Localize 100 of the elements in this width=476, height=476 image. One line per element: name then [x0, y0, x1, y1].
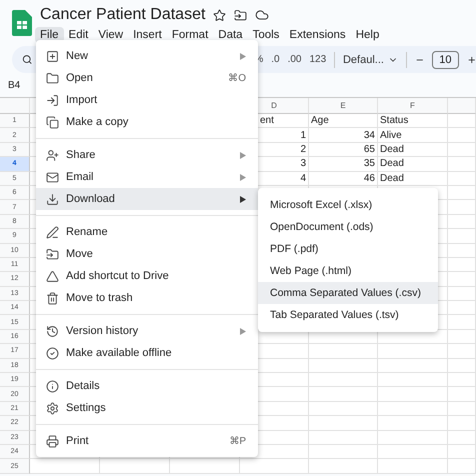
- star-icon[interactable]: [213, 8, 226, 22]
- check-circle-icon: [46, 346, 59, 360]
- table-cell: [448, 286, 476, 302]
- table-cell: Status: [378, 114, 448, 128]
- menu-bar-item[interactable]: Tools: [248, 27, 284, 43]
- table-cell: [378, 416, 448, 431]
- import-icon: [46, 94, 59, 106]
- new-file-icon: [46, 50, 59, 62]
- font-dropdown[interactable]: Defaul...: [342, 54, 398, 66]
- folder-icon[interactable]: [234, 8, 248, 22]
- table-cell: [448, 330, 476, 344]
- menu-bar-item[interactable]: Edit: [64, 27, 94, 43]
- table-cell: [448, 244, 476, 258]
- menu-bar-item[interactable]: View: [93, 27, 128, 43]
- menu-item[interactable]: Details: [36, 375, 258, 397]
- menu-item[interactable]: Settings: [36, 397, 258, 419]
- menu-item[interactable]: Add shortcut to Drive: [36, 265, 258, 287]
- table-cell: [309, 444, 378, 460]
- font-size-field[interactable]: 10: [432, 50, 458, 68]
- menu-item[interactable]: Move: [36, 243, 258, 265]
- table-cell: [378, 387, 448, 402]
- table-cell: [30, 459, 100, 474]
- menu-item[interactable]: New: [36, 45, 258, 67]
- submenu-item[interactable]: Web Page (.html): [258, 260, 438, 282]
- toolbar-format-button[interactable]: 123: [309, 54, 326, 65]
- table-cell: [448, 186, 476, 200]
- table-cell: Dead: [378, 157, 448, 172]
- menu-item[interactable]: Version history: [36, 320, 258, 342]
- envelope-icon: [46, 170, 59, 184]
- table-cell: [100, 459, 170, 474]
- menu-item[interactable]: Print ⌘P: [36, 430, 258, 452]
- table-cell: [448, 373, 476, 388]
- table-cell: Dead: [378, 172, 448, 186]
- table-cell: [240, 459, 309, 474]
- table-cell: [448, 430, 476, 445]
- name-box[interactable]: B4: [8, 80, 20, 90]
- table-cell: [448, 172, 476, 186]
- table-cell: [378, 344, 448, 359]
- search-icon[interactable]: [22, 53, 32, 66]
- table-cell: [448, 200, 476, 215]
- table-cell: [448, 358, 476, 374]
- table-cell: [309, 344, 378, 359]
- document-title[interactable]: Cancer Patient Dataset: [40, 6, 206, 24]
- sheets-logo-icon[interactable]: [12, 10, 32, 36]
- toolbar-format-button[interactable]: .0: [271, 54, 280, 65]
- table-cell: [448, 214, 476, 230]
- settings-icon: [46, 402, 59, 414]
- table-cell: [378, 430, 448, 445]
- table-cell: [378, 402, 448, 416]
- table-cell: [448, 128, 476, 143]
- table-cell: [309, 459, 378, 474]
- submenu-item[interactable]: PDF (.pdf): [258, 238, 438, 260]
- table-cell: 34: [309, 128, 378, 143]
- menu-item[interactable]: Make available offline: [36, 342, 258, 364]
- menu-bar-item[interactable]: Format: [166, 27, 214, 43]
- table-cell: [448, 142, 476, 158]
- submenu-arrow-icon: [240, 174, 246, 180]
- column-header[interactable]: F: [378, 98, 448, 114]
- table-cell: [448, 344, 476, 359]
- pencil-icon: [46, 226, 59, 238]
- trash-icon: [46, 292, 59, 304]
- folder-icon: [46, 248, 59, 260]
- column-header[interactable]: E: [309, 98, 378, 114]
- menu-item[interactable]: Open ⌘O: [36, 67, 258, 89]
- submenu-item[interactable]: Comma Separated Values (.csv): [258, 282, 438, 304]
- table-cell: [378, 444, 448, 460]
- submenu-arrow-icon: [240, 328, 246, 334]
- table-cell: 35: [309, 157, 378, 172]
- table-cell: 65: [309, 142, 378, 158]
- menu-bar-item[interactable]: Insert: [128, 27, 167, 43]
- submenu-arrow-icon: [240, 196, 246, 202]
- table-cell: [309, 402, 378, 416]
- menu-bar-item[interactable]: Data: [213, 27, 248, 43]
- menu-item[interactable]: Download: [36, 188, 258, 210]
- menu-bar-item[interactable]: Extensions: [284, 27, 351, 43]
- table-cell: [448, 402, 476, 416]
- table-cell: [448, 258, 476, 272]
- table-cell: [378, 373, 448, 388]
- table-cell: [448, 459, 476, 474]
- printer-icon: [46, 434, 59, 448]
- triangle-icon: [46, 270, 59, 282]
- submenu-arrow-icon: [240, 52, 246, 60]
- menu-bar-item[interactable]: Help: [350, 27, 384, 43]
- table-cell: [378, 358, 448, 374]
- table-cell: [448, 387, 476, 402]
- submenu-item[interactable]: Tab Separated Values (.tsv): [258, 304, 438, 326]
- history-icon: [46, 324, 59, 338]
- copy-icon: [46, 116, 59, 128]
- submenu-item[interactable]: Microsoft Excel (.xlsx): [258, 194, 438, 216]
- submenu-item[interactable]: OpenDocument (.ods): [258, 216, 438, 238]
- table-cell: Dead: [378, 142, 448, 158]
- menu-item[interactable]: Rename: [36, 221, 258, 243]
- table-cell: [448, 229, 476, 244]
- menu-item[interactable]: Move to trash: [36, 287, 258, 309]
- table-cell: [309, 373, 378, 388]
- table-cell: Age: [309, 114, 378, 128]
- cloud-icon[interactable]: [255, 8, 270, 22]
- toolbar-format-button[interactable]: .00: [288, 54, 302, 65]
- table-cell: [309, 416, 378, 431]
- table-cell: [448, 444, 476, 460]
